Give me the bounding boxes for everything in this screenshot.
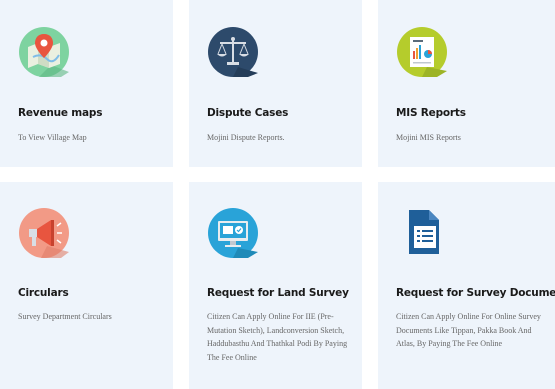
- card-title[interactable]: Revenue maps: [18, 107, 102, 119]
- card-description: To View Village Map: [18, 133, 87, 142]
- card-description: Mojini Dispute Reports.: [207, 133, 285, 142]
- card-title[interactable]: Circulars: [18, 287, 69, 299]
- document-icon: [409, 210, 439, 254]
- card-description: Survey Department Circulars: [18, 312, 112, 321]
- card-description: Citizen Can Apply Online For Online Surv…: [396, 312, 541, 348]
- monitor-check-icon: [208, 208, 258, 258]
- card-description: Mojini MIS Reports: [396, 133, 461, 142]
- card-request-survey-documents[interactable]: Request for Survey Documents Citizen Can…: [378, 182, 555, 389]
- map-pin-icon: [19, 27, 69, 77]
- card-revenue-maps[interactable]: Revenue maps To View Village Map: [0, 0, 173, 167]
- card-dispute-cases[interactable]: Dispute Cases Mojini Dispute Reports.: [189, 0, 362, 167]
- card-title[interactable]: Request for Survey Documents: [396, 287, 555, 299]
- card-mis-reports[interactable]: MIS Reports Mojini MIS Reports: [378, 0, 555, 167]
- card-request-land-survey[interactable]: Request for Land Survey Citizen Can Appl…: [189, 182, 362, 389]
- card-description: Citizen Can Apply Online For IIE (Pre-Mu…: [207, 312, 348, 362]
- card-title[interactable]: Request for Land Survey: [207, 287, 349, 299]
- megaphone-icon: [19, 208, 69, 258]
- card-title[interactable]: MIS Reports: [396, 107, 466, 119]
- report-chart-icon: [397, 27, 447, 77]
- card-circulars[interactable]: Circulars Survey Department Circulars: [0, 182, 173, 389]
- card-title[interactable]: Dispute Cases: [207, 107, 288, 119]
- scales-icon: [208, 27, 258, 77]
